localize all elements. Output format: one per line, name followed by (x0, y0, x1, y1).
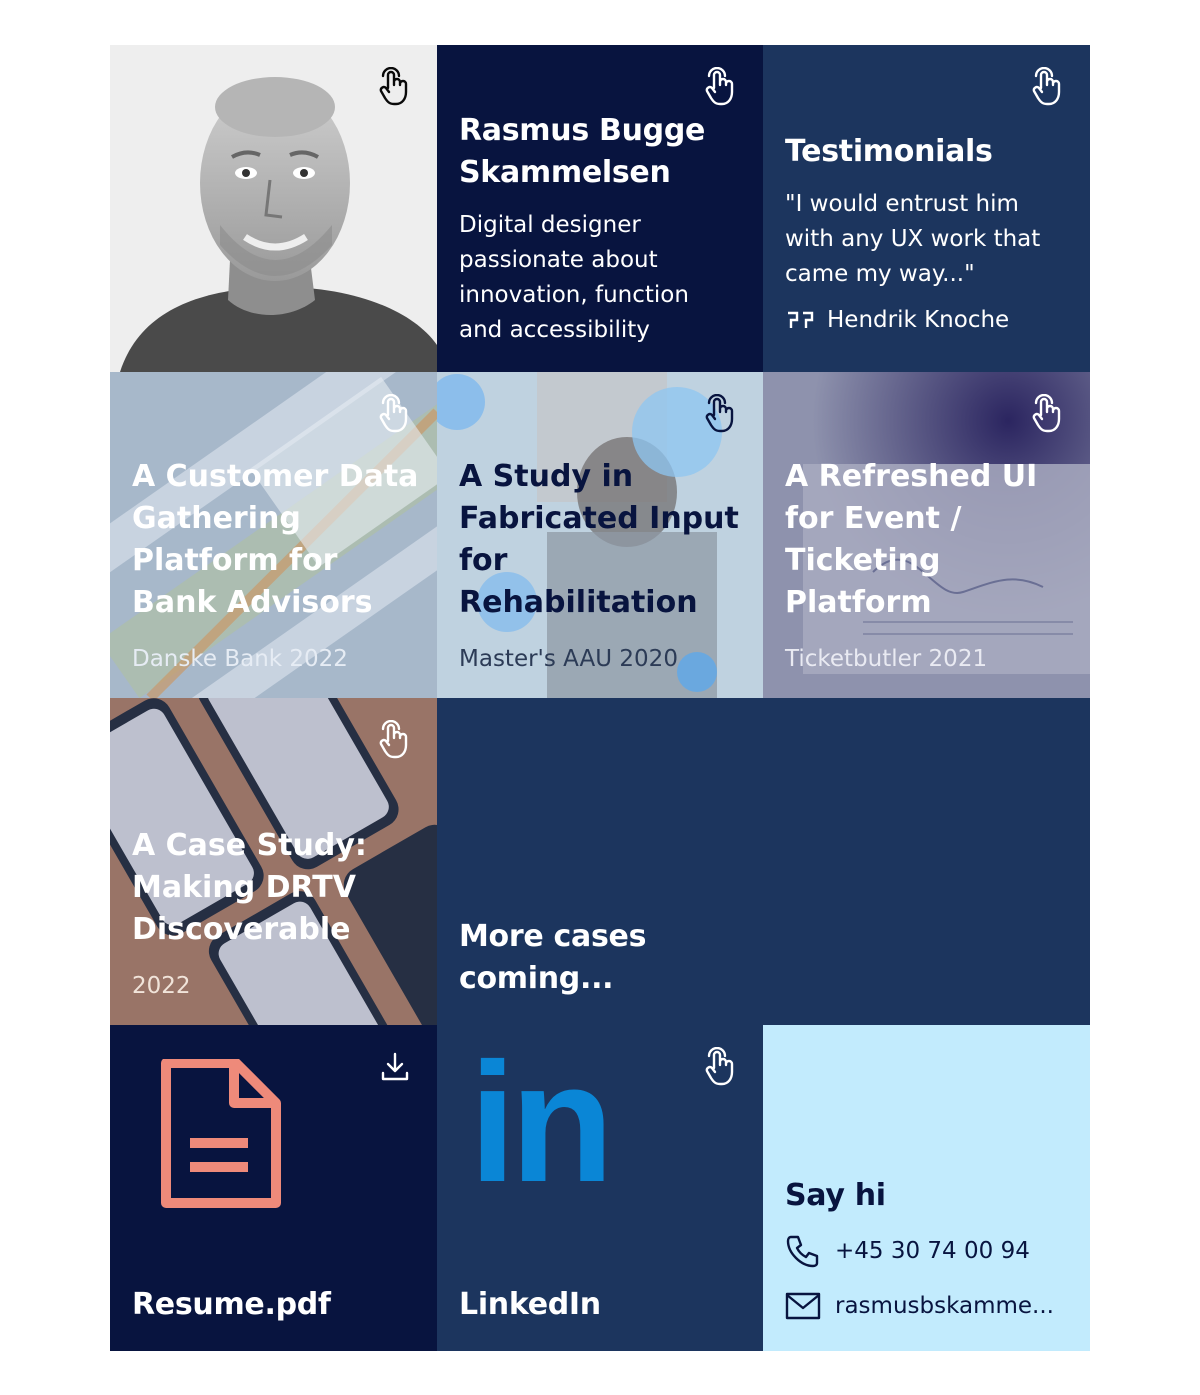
intro-tagline: Digital designer passionate about innova… (459, 212, 689, 343)
contact-email[interactable]: rasmusbskamme... (835, 1293, 1054, 1319)
hand-pointer-icon[interactable] (377, 67, 411, 107)
case-caption: A Refreshed UI for Event / Ticketing Pla… (785, 456, 1055, 698)
testimonials-title: Testimonials (785, 134, 993, 169)
case-caption: A Study in Fabricated Input for Rehabili… (459, 456, 754, 698)
case-title: A Customer Data Gathering Platform for B… (132, 459, 419, 620)
hand-pointer-icon[interactable] (1030, 394, 1064, 434)
case-subtitle: Danske Bank 2022 (132, 646, 348, 672)
case-title: A Study in Fabricated Input for Rehabili… (459, 459, 739, 620)
hand-pointer-icon[interactable] (377, 394, 411, 434)
linkedin-label: LinkedIn (459, 1287, 601, 1322)
case-title: A Refreshed UI for Event / Ticketing Pla… (785, 459, 1038, 620)
phone-icon (786, 1235, 819, 1268)
portfolio-grid: Rasmus Bugge Skammelsen Digital designer… (110, 45, 1090, 1351)
case-ticketbutler[interactable]: A Refreshed UI for Event / Ticketing Pla… (763, 372, 1090, 698)
contact-tile: Say hi +45 30 74 00 94 rasmusbskamme... (763, 1025, 1090, 1351)
intro-name: Rasmus Bugge Skammelsen (459, 113, 706, 190)
linkedin-logo: in (469, 1028, 614, 1218)
contact-title: Say hi (785, 1178, 886, 1213)
contact-email-row[interactable]: rasmusbskamme... (785, 1291, 1054, 1321)
case-subtitle: Master's AAU 2020 (459, 646, 678, 672)
testimonial-author: Hendrik Knoche (785, 307, 1009, 333)
contact-phone[interactable]: +45 30 74 00 94 (835, 1238, 1030, 1264)
mail-icon (785, 1292, 821, 1320)
resume-label: Resume.pdf (132, 1287, 331, 1322)
hand-pointer-icon[interactable] (703, 67, 737, 107)
case-subtitle: Ticketbutler 2021 (785, 646, 988, 672)
hand-pointer-icon[interactable] (377, 720, 411, 760)
case-caption: A Customer Data Gathering Platform for B… (132, 456, 422, 698)
testimonials-quote: "I would entrust him with any UX work th… (785, 191, 1041, 287)
quote-icon (788, 311, 814, 328)
hand-pointer-icon[interactable] (1030, 67, 1064, 107)
document-icon (161, 1059, 281, 1208)
portrait-tile[interactable] (110, 45, 437, 372)
case-caption: A Case Study: Making DRTV Discoverable 2… (132, 825, 392, 1025)
linkedin-tile[interactable]: in LinkedIn (437, 1025, 763, 1351)
hand-pointer-icon[interactable] (703, 394, 737, 434)
testimonial-author-name: Hendrik Knoche (827, 307, 1010, 333)
more-cases-tile: More cases coming... (437, 698, 1090, 1025)
download-icon[interactable] (379, 1051, 411, 1083)
case-title: A Case Study: Making DRTV Discoverable (132, 828, 367, 947)
case-drtv[interactable]: A Case Study: Making DRTV Discoverable 2… (110, 698, 437, 1025)
contact-phone-row[interactable]: +45 30 74 00 94 (785, 1233, 1030, 1269)
case-subtitle: 2022 (132, 973, 191, 999)
intro-tile[interactable]: Rasmus Bugge Skammelsen Digital designer… (437, 45, 763, 372)
testimonials-tile[interactable]: Testimonials "I would entrust him with a… (763, 45, 1090, 372)
case-masters-aau[interactable]: A Study in Fabricated Input for Rehabili… (437, 372, 763, 698)
resume-tile[interactable]: Resume.pdf (110, 1025, 437, 1351)
case-danske-bank[interactable]: A Customer Data Gathering Platform for B… (110, 372, 437, 698)
more-cases-label: More cases coming... (459, 919, 647, 996)
hand-pointer-icon[interactable] (703, 1047, 737, 1087)
